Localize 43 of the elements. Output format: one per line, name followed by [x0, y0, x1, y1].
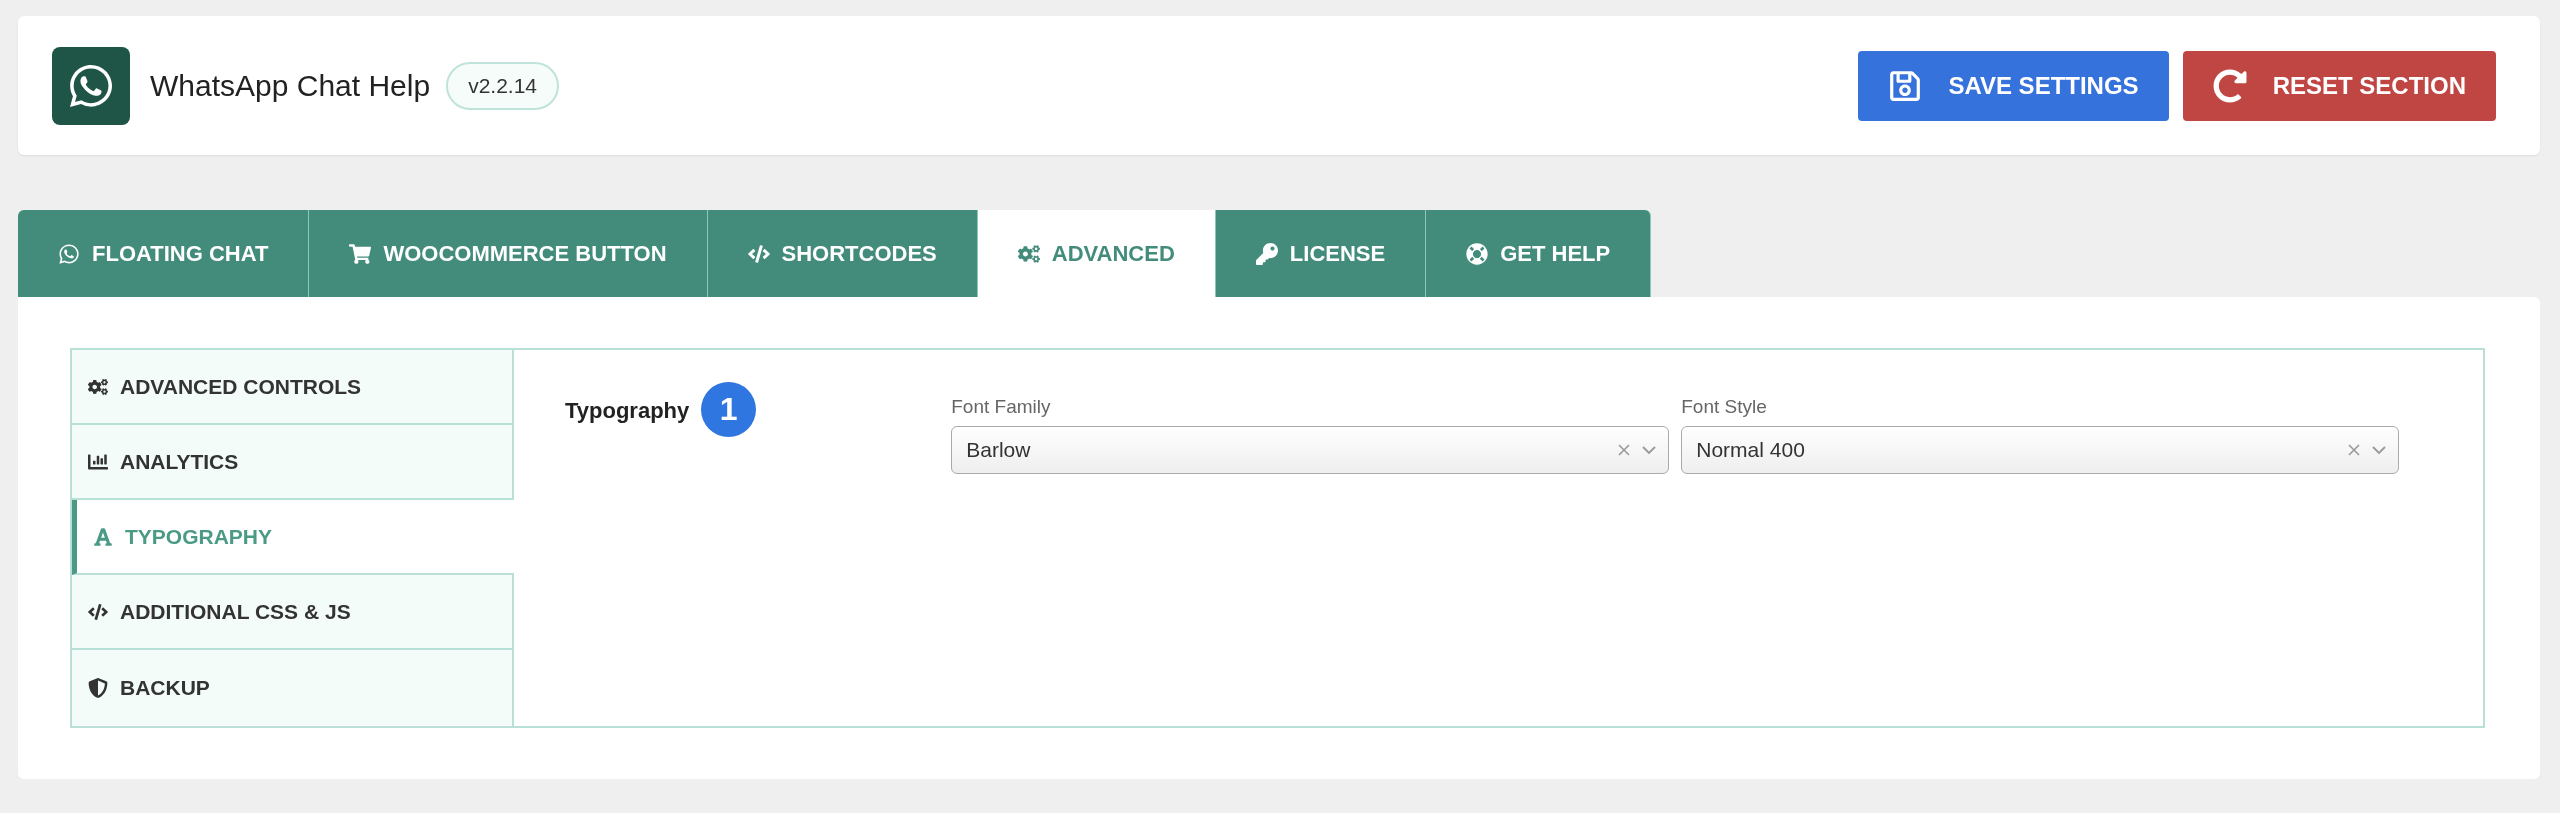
chat-bubble-icon [58, 242, 80, 265]
reset-icon [2212, 68, 2247, 103]
code-icon [747, 242, 770, 265]
sidebar-item[interactable]: ADVANCED CONTROLS [72, 350, 512, 425]
field-label: Font Style [1681, 396, 1768, 418]
sidebar-item[interactable]: TYPOGRAPHY [72, 500, 514, 575]
nav-tab[interactable]: ADVANCED [977, 210, 1216, 297]
nav-tab[interactable]: GET HELP [1426, 210, 1652, 297]
field-label: Font Family [951, 396, 1052, 418]
app-logo-icon [52, 46, 130, 125]
reset-section-button[interactable]: RESET SECTION [2182, 50, 2496, 121]
sidebar-item-label: BACKUP [120, 675, 210, 700]
sidebar-item[interactable]: BACKUP [72, 650, 512, 725]
font-icon [93, 526, 113, 547]
nav-tab[interactable]: FLOATING CHAT [18, 210, 310, 297]
save-icon [1888, 68, 1923, 103]
key-icon [1255, 242, 1278, 265]
select-field[interactable]: Barlow [951, 426, 1670, 474]
chevron-icon [1642, 445, 1657, 455]
nav-tab[interactable]: SHORTCODES [707, 210, 978, 297]
code-icon [88, 601, 108, 622]
sidebar-item-label: ANALYTICS [120, 449, 239, 474]
clear-icon [2348, 444, 2361, 456]
gears-icon [88, 376, 108, 397]
version-badge: v2.2.14 [446, 61, 560, 110]
chevron-icon [2372, 445, 2387, 455]
nav-tab[interactable]: LICENSE [1215, 210, 1427, 297]
app-title: WhatsApp Chat Help [150, 68, 431, 103]
sidebar-item-label: TYPOGRAPHY [125, 524, 273, 549]
shield-icon [88, 677, 108, 698]
sidebar-item-label: ADVANCED CONTROLS [120, 374, 362, 399]
nav-tab[interactable]: WOOCOMMERCE BUTTON [309, 210, 708, 297]
select-field[interactable]: Normal 400 [1681, 426, 2400, 474]
lifebuoy-icon [1466, 242, 1489, 265]
sidebar-item[interactable]: ADDITIONAL CSS & JS [72, 575, 512, 650]
section-title: Typography [565, 398, 690, 424]
gears-icon [1017, 242, 1040, 265]
sidebar-item-label: ADDITIONAL CSS & JS [120, 599, 351, 624]
step-badge: 1 [701, 382, 757, 437]
cart-icon [349, 242, 372, 265]
save-settings-button[interactable]: SAVE SETTINGS [1858, 50, 2169, 121]
sidebar-item[interactable]: ANALYTICS [72, 425, 512, 500]
clear-icon [1618, 444, 1631, 456]
